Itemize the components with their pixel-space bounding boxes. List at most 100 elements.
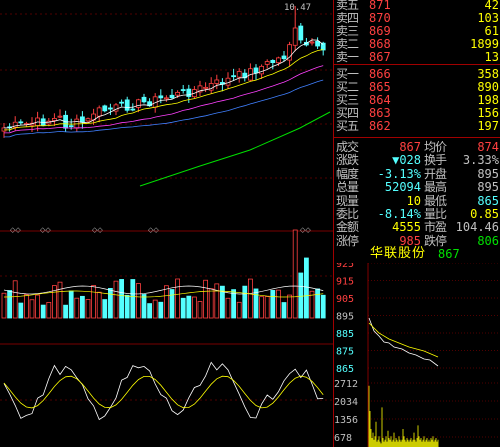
volume-bar (124, 294, 130, 319)
stock-name: 华联股份 (370, 246, 427, 261)
candle-body (108, 107, 113, 110)
volume-bar (40, 304, 46, 319)
intraday-avg-line (368, 322, 439, 358)
volume-bar (275, 289, 281, 319)
volume-bar (242, 285, 248, 319)
level-price: 862 (369, 119, 391, 133)
volume-bar (63, 304, 68, 319)
volume-bar (197, 301, 203, 319)
volume-bar (320, 294, 326, 319)
candle-body (141, 96, 147, 103)
candle-body (163, 97, 169, 100)
volume-bar (23, 294, 29, 319)
volume-bar (80, 295, 85, 319)
level-volume: 13 (484, 50, 499, 64)
volume-bar (12, 280, 18, 319)
volume-bar (225, 297, 231, 319)
vol-tick: 2712 (334, 379, 358, 390)
candle-body (169, 94, 175, 99)
candle-body (281, 55, 287, 60)
volume-bar (203, 279, 209, 319)
volume-ma-line (3, 285, 324, 295)
candle-body (231, 75, 237, 78)
moving-average-line (3, 49, 324, 131)
level-price: 867 (369, 50, 391, 64)
bids-row[interactable]: 买五 862 197 (334, 118, 500, 134)
volume-bar (113, 280, 119, 319)
volume-bar (158, 301, 164, 319)
vol-tick: 2034 (334, 397, 358, 408)
candle-body (253, 67, 259, 74)
intraday-mini-chart[interactable]: 925 915 905 895 885 875 865 2712 2034 1356 678 (334, 263, 500, 447)
price-tick: 865 (336, 364, 354, 375)
volume-bar (68, 290, 74, 319)
candle-body (40, 118, 46, 126)
volume-bar (74, 297, 80, 319)
candle-body (175, 91, 181, 96)
candle-body (275, 57, 281, 64)
volume-bar (175, 278, 181, 319)
asks-row[interactable]: 卖一 867 13 (334, 49, 500, 65)
candle-body (80, 116, 85, 123)
candle-body (102, 105, 108, 112)
level-volume: 197 (477, 119, 499, 133)
period-marker: ◇◇ (148, 226, 159, 234)
volume-bar (236, 301, 242, 319)
volume-bar (303, 257, 309, 319)
price-tick: 875 (336, 347, 354, 358)
candle-body (119, 101, 124, 104)
volume-bar (186, 295, 192, 319)
candle-body (225, 77, 231, 86)
candle-body (292, 27, 298, 46)
volume-bar (141, 294, 147, 319)
period-marker: ◇◇ (10, 226, 21, 234)
volume-bar (96, 291, 102, 319)
level-label: 买五 (336, 119, 359, 133)
stock-last-price: 867 (438, 247, 460, 261)
volume-bar (214, 283, 220, 319)
stock-name-bar[interactable]: 华联股份 867 (334, 245, 500, 263)
volume-bar (135, 283, 141, 319)
candle-body (85, 118, 91, 122)
volume-bar (130, 279, 136, 319)
candle-body (130, 108, 136, 111)
volume-bar (57, 281, 63, 319)
oscillator-signal-line (3, 375, 324, 409)
candle-body (180, 89, 186, 91)
moving-average-line (3, 39, 324, 129)
volume-bar (169, 289, 175, 319)
volume-bar (35, 294, 40, 319)
volume-bar (208, 288, 214, 319)
volume-bar (264, 296, 270, 319)
period-marker: ◇◇ (40, 226, 51, 234)
candle-body (214, 79, 220, 84)
period-marker: ◇◇ (92, 226, 103, 234)
candle-body (309, 41, 315, 44)
price-tick: 925 (336, 263, 354, 270)
volume-bar (292, 229, 298, 319)
volume-bar (102, 299, 108, 319)
volume-ma-line (3, 290, 324, 298)
candle-body (203, 86, 209, 89)
kline-chart-svg[interactable]: ◇◇ ◇◇ ◇◇ ◇◇ ◇◇ (0, 0, 333, 447)
volume-bar (298, 272, 304, 319)
period-marker: ◇◇ (300, 226, 311, 234)
candle-body (18, 121, 24, 124)
kline-chart-pane[interactable]: ◇◇ ◇◇ ◇◇ ◇◇ ◇◇ 10.47 (0, 0, 333, 447)
quote-panel: 卖五 871 42 卖四 870 103 卖三 869 61 卖二 868 1899 卖一 867 13 买… (333, 0, 500, 447)
oscillator-line (3, 361, 324, 421)
candle-body (270, 60, 276, 63)
candle-body (298, 25, 304, 41)
volume-bar (163, 285, 169, 319)
price-tick: 885 (336, 329, 354, 340)
volume-bar (46, 302, 52, 319)
candle-body (158, 95, 164, 99)
volume-bar (259, 296, 265, 319)
price-tick: 915 (336, 277, 354, 288)
volume-bar (85, 299, 91, 319)
candle-body (96, 107, 102, 117)
volume-bar (253, 288, 259, 319)
volume-bar (315, 288, 321, 319)
volume-bar (147, 303, 153, 319)
intraday-price-line (368, 317, 439, 367)
